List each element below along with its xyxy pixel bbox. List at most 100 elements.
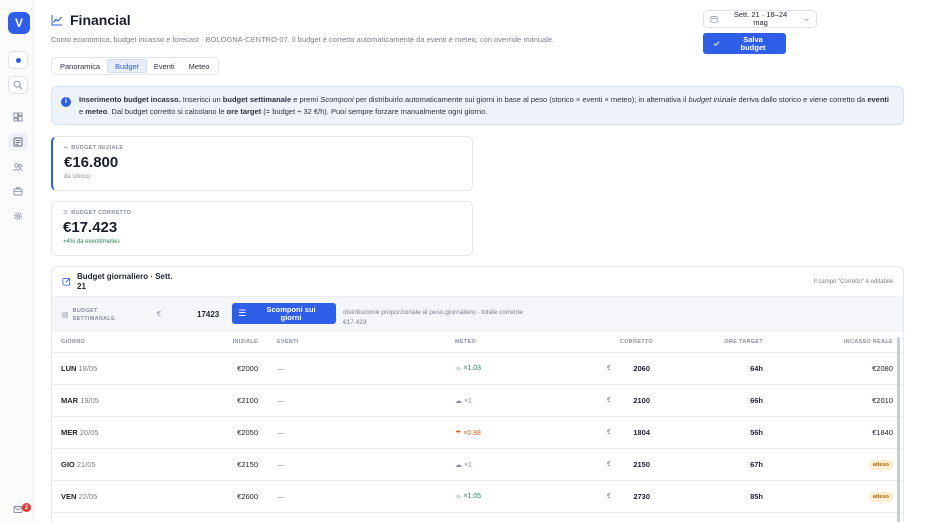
section-tabs: Panoramica Budget Eventi Meteo — [51, 57, 219, 75]
day-date: 19/05 — [80, 396, 99, 405]
info-text: budget settimanale — [222, 95, 292, 104]
kpi-label: BUDGET INIZIALE — [71, 145, 124, 151]
save-budget-button[interactable]: Salva budget — [703, 33, 786, 54]
info-text: meteo — [85, 107, 108, 116]
save-line2: budget — [740, 42, 766, 52]
kpi-label: BUDGET CORRETTO — [71, 210, 132, 216]
edit-icon — [62, 277, 71, 286]
card-title-line2: 21 — [77, 281, 86, 291]
tab-meteo[interactable]: Meteo — [182, 59, 217, 73]
currency-symbol: € — [607, 365, 611, 372]
weather-factor: ☁ ×1 — [455, 461, 472, 469]
chain-icon: ∞ — [64, 145, 69, 151]
events-value: — — [277, 396, 285, 405]
note-line: distribuzione proporzionale al peso gior… — [343, 309, 523, 316]
currency-symbol: € — [607, 429, 611, 436]
day-date: 18/05 — [78, 364, 98, 373]
kpi-initial-budget: ∞ BUDGET INIZIALE €16.800 da storico — [51, 136, 473, 191]
search-button[interactable] — [8, 76, 28, 94]
info-text: (= budget ÷ 32 €/h). Puoi sempre forzare… — [261, 107, 488, 116]
corrected-input[interactable]: 2730 — [633, 492, 650, 501]
editable-hint: Il campo "Corretto" è editabile — [813, 278, 893, 285]
info-text: per distribuirlo automaticamente sui gio… — [353, 95, 689, 104]
weekly-budget-input[interactable]: 17423 — [197, 310, 219, 319]
weather-factor: ☁ ×1 — [455, 397, 472, 405]
corrected-input[interactable]: 2150 — [633, 460, 650, 469]
events-value: — — [277, 460, 285, 469]
dashboard-icon — [13, 112, 23, 122]
corrected-input[interactable]: 2100 — [633, 396, 650, 405]
split-days-button[interactable]: ☰ Scomponi sui giorni — [232, 303, 336, 324]
initial-value: €2050 — [237, 428, 258, 437]
adjust-icon: ☰ — [63, 210, 69, 216]
corrected-input[interactable]: 2060 — [633, 364, 650, 373]
table-row: MER 20/05 €2050 — ☂ ×0.88 € 1804 56h €18… — [52, 417, 903, 449]
card-title-line1: Budget giornaliero · Sett. — [77, 271, 173, 281]
briefcase-icon — [13, 187, 23, 196]
target-hours: 64h — [750, 364, 763, 373]
note-line: €17.423 — [343, 319, 367, 326]
nav-dashboard[interactable] — [8, 108, 28, 126]
events-value: — — [277, 492, 285, 501]
weekly-label: SETTIMANALE — [72, 315, 116, 322]
search-icon — [13, 80, 23, 90]
kpi-corrected-budget: ☰ BUDGET CORRETTO €17.423 +4% da eventi/m… — [51, 201, 473, 256]
page-subtitle: Conto economico, budget incasso e foreca… — [51, 35, 555, 44]
check-icon — [713, 41, 720, 47]
target-hours: 66h — [750, 396, 763, 405]
page-title: Financial — [70, 12, 131, 28]
corrected-input[interactable]: 1804 — [633, 428, 650, 437]
info-title: Inserimento budget incasso. — [79, 95, 181, 104]
nav-inventory[interactable] — [8, 182, 28, 200]
app-logo[interactable]: V — [8, 12, 30, 34]
currency-symbol: € — [157, 311, 161, 318]
day-date: 20/05 — [79, 428, 99, 437]
week-line2: mag — [753, 18, 768, 27]
calendar-icon — [710, 16, 718, 23]
document-icon — [13, 137, 23, 147]
nav-financial[interactable] — [8, 133, 28, 151]
pending-badge: atteso — [868, 491, 893, 502]
info-text: Inserisci un — [180, 95, 223, 104]
day-date: 22/05 — [78, 492, 98, 501]
gear-icon — [14, 212, 22, 220]
nav-settings[interactable] — [8, 207, 28, 225]
info-text: eventi — [867, 95, 889, 104]
status-dot-button[interactable] — [8, 51, 28, 69]
initial-value: €2150 — [237, 460, 258, 469]
col-ore-target: ORE TARGET — [724, 339, 763, 345]
sidebar: V 2 — [0, 0, 34, 522]
target-hours: 67h — [750, 460, 763, 469]
info-text: Scomponi — [320, 95, 354, 104]
tab-budget[interactable]: Budget — [107, 59, 147, 73]
notification-badge: 2 — [22, 503, 31, 512]
table-row: MAR 19/05 €2100 — ☁ ×1 € 2100 66h €2010 — [52, 385, 903, 417]
info-text: ore target — [226, 107, 262, 116]
week-selector[interactable]: Sett. 21 · 18–24 mag — [703, 10, 817, 28]
scrollbar[interactable] — [897, 337, 900, 522]
currency-symbol: € — [607, 397, 611, 404]
weather-factor: ☂ ×0.88 — [455, 429, 481, 437]
day-date: 21/05 — [76, 460, 96, 469]
currency-symbol: € — [607, 493, 611, 500]
info-banner: i Inserimento budget incasso. Inserisci … — [51, 86, 904, 125]
day-name: MER — [61, 428, 78, 437]
day-name: MAR — [61, 396, 79, 405]
table-row: VEN 22/05 €2600 — ☼ ×1.05 € 2730 85h att… — [52, 481, 903, 513]
nav-staff[interactable] — [8, 158, 28, 176]
actual-revenue: €2080 — [872, 364, 893, 373]
table-row: LUN 18/05 €2000 — ☼ ×1.03 € 2060 64h €20… — [52, 353, 903, 385]
info-text: budget iniziale — [688, 95, 737, 104]
col-meteo: METEO — [455, 339, 477, 345]
daily-budget-card: Budget giornaliero · Sett. 21 Il campo "C… — [51, 266, 904, 522]
tab-eventi[interactable]: Eventi — [147, 59, 182, 73]
initial-value: €2600 — [237, 492, 258, 501]
weather-factor: ☼ ×1.05 — [455, 493, 482, 500]
day-name: VEN — [61, 492, 77, 501]
table-row: GIO 21/05 €2150 — ☁ ×1 € 2150 67h atteso — [52, 449, 903, 481]
initial-value: €2000 — [237, 364, 258, 373]
currency-symbol: € — [607, 461, 611, 468]
tab-panoramica[interactable]: Panoramica — [53, 59, 107, 73]
kpi-sub: +4% da eventi/meteo — [63, 239, 120, 245]
events-value: — — [277, 364, 285, 373]
